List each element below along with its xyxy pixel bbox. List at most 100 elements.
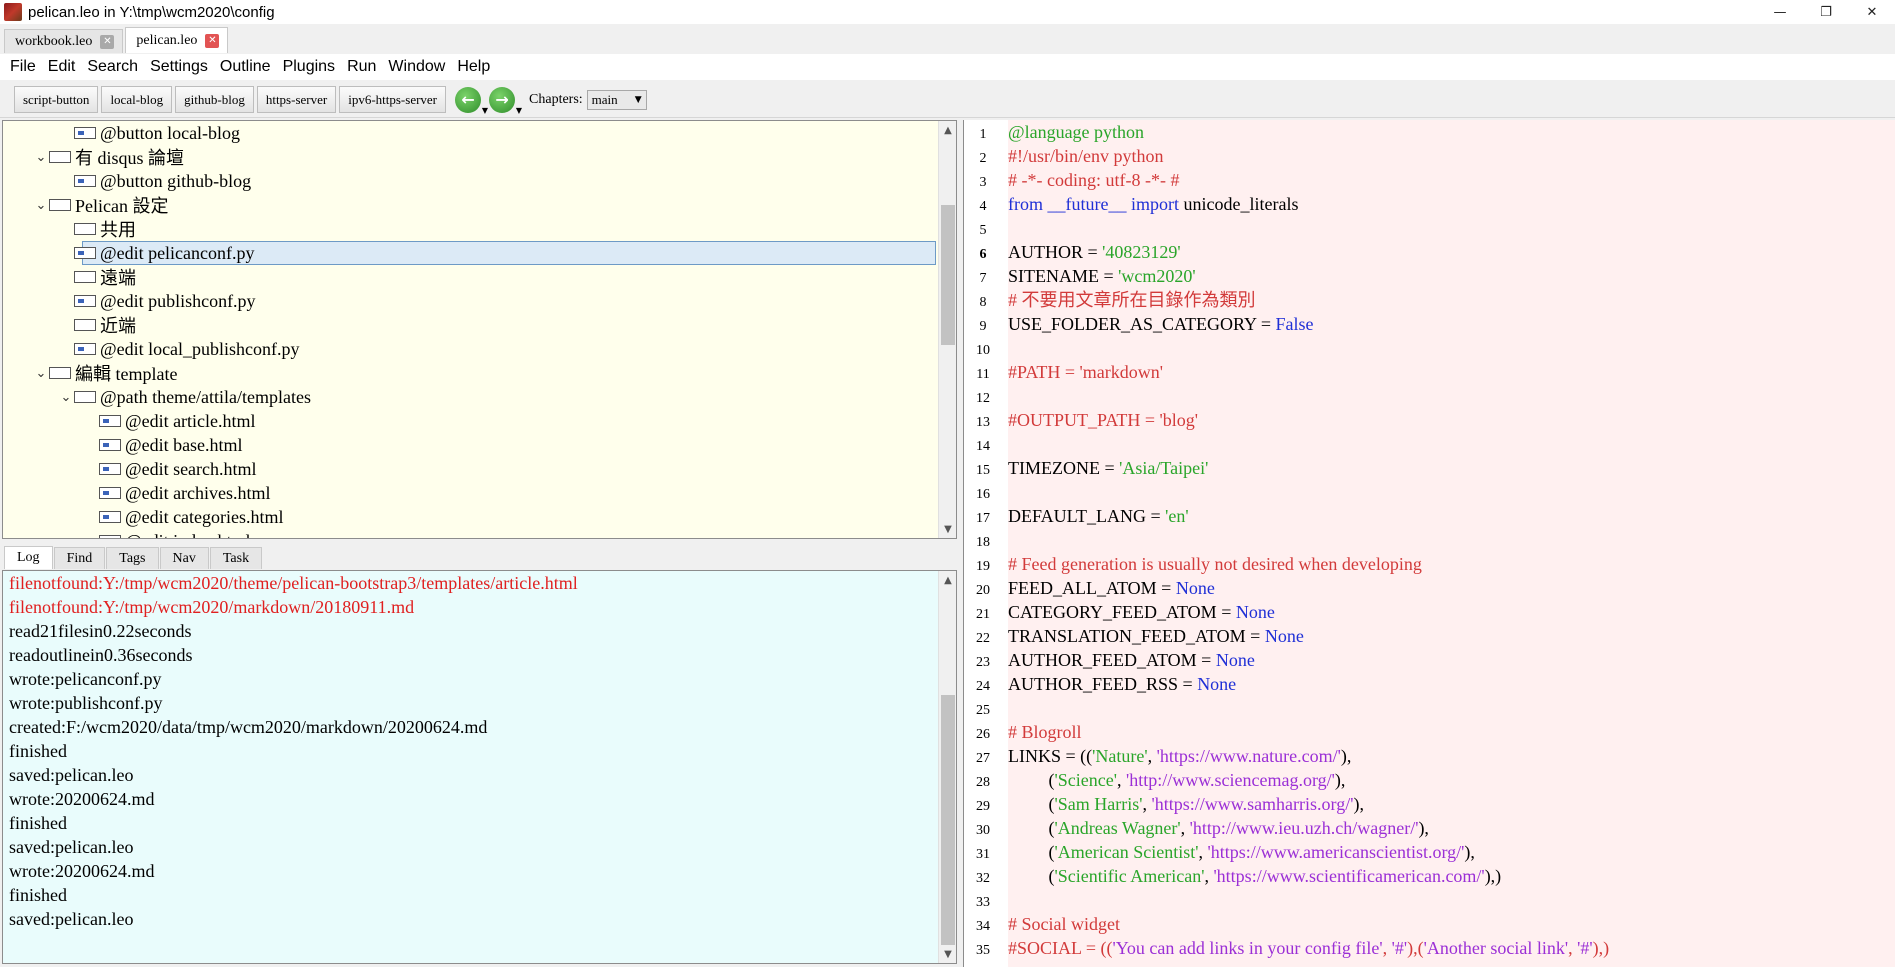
code-line: ('Scientific American', 'https://www.sci…: [1008, 864, 1502, 888]
local-blog-button[interactable]: local-blog: [101, 86, 173, 113]
scrollbar-thumb[interactable]: [941, 695, 955, 945]
code-token: ),: [1340, 746, 1352, 766]
log-line: created:F:/wcm2020/data/tmp/wcm2020/mark…: [9, 717, 488, 737]
scroll-down-icon[interactable]: ▼: [939, 945, 956, 963]
code-token: False: [1275, 314, 1314, 334]
scrollbar-thumb[interactable]: [941, 205, 955, 345]
chapters-select[interactable]: main ▼: [586, 89, 647, 110]
expand-arrow-icon[interactable]: ⌄: [33, 366, 49, 381]
outline-node[interactable]: ⌄ 有 disqus 論壇: [33, 145, 184, 169]
code-token: ),(: [1407, 938, 1424, 958]
line-number: 21: [976, 607, 990, 622]
menu-search[interactable]: Search: [81, 58, 144, 76]
outline-node[interactable]: @edit search.html: [83, 457, 257, 481]
close-icon[interactable]: ✕: [205, 33, 220, 48]
outline-scrollbar[interactable]: ▲ ▼: [938, 121, 956, 538]
script-button[interactable]: script-button: [14, 86, 99, 113]
outline-node[interactable]: @edit local_publishconf.py: [58, 337, 300, 361]
line-number: 14: [976, 439, 990, 454]
menu-window[interactable]: Window: [382, 58, 451, 76]
outline-node-label: 遠端: [100, 268, 136, 288]
outline-node-label: 編輯 template: [75, 364, 178, 384]
outline-node-label: Pelican 設定: [75, 196, 169, 216]
code-token: None: [1215, 650, 1255, 670]
scroll-up-icon[interactable]: ▲: [939, 571, 956, 589]
outline-node[interactable]: @button github-blog: [58, 169, 251, 193]
tab-log[interactable]: Log: [4, 546, 53, 569]
line-number: 11: [976, 367, 990, 382]
tab-nav[interactable]: Nav: [159, 547, 209, 569]
line-number: 2: [979, 151, 987, 166]
menu-help[interactable]: Help: [451, 58, 496, 76]
chapters-label: Chapters:: [529, 91, 583, 107]
menu-file[interactable]: File: [4, 58, 42, 76]
tab-pelican[interactable]: pelican.leo ✕: [125, 27, 229, 53]
outline-node[interactable]: @edit pelicanconf.py: [58, 241, 255, 265]
outline-node[interactable]: ⌄ @path theme/attila/templates: [58, 385, 311, 409]
outline-node[interactable]: @edit archives.html: [83, 481, 271, 505]
back-arrow-icon[interactable]: ← ▼: [455, 86, 488, 115]
outline-pane[interactable]: @button local-blog ⌄ 有 disqus 論壇 @button gi…: [2, 120, 957, 539]
code-token: None: [1235, 602, 1275, 622]
tab-task[interactable]: Task: [209, 547, 263, 569]
outline-node[interactable]: ⌄ Pelican 設定: [33, 193, 169, 217]
code-token: ),): [1592, 938, 1610, 958]
log-line: read21filesin0.22seconds: [9, 621, 192, 641]
expand-arrow-icon[interactable]: ⌄: [33, 198, 49, 213]
scroll-up-icon[interactable]: ▲: [939, 121, 956, 139]
code-token: SITENAME =: [1008, 266, 1119, 286]
outline-node[interactable]: 近端: [58, 313, 136, 337]
https-server-button[interactable]: https-server: [256, 86, 337, 113]
code-token: 'en': [1165, 506, 1189, 526]
menu-outline[interactable]: Outline: [214, 58, 277, 76]
outline-node-label: 共用: [100, 220, 136, 240]
outline-node[interactable]: @edit index.html: [83, 529, 251, 538]
empty-node-icon: [49, 367, 71, 379]
outline-node[interactable]: 共用: [58, 217, 136, 241]
empty-node-icon: [74, 223, 96, 235]
close-icon[interactable]: ✕: [100, 34, 115, 49]
scroll-down-icon[interactable]: ▼: [939, 520, 956, 538]
tab-label: pelican.leo: [136, 32, 198, 48]
outline-node[interactable]: 遠端: [58, 265, 136, 289]
github-blog-button[interactable]: github-blog: [175, 86, 254, 113]
tab-find[interactable]: Find: [53, 547, 106, 569]
code-line: ('American Scientist', 'https://www.amer…: [1008, 840, 1475, 864]
code-token: AUTHOR =: [1008, 242, 1103, 262]
expand-arrow-icon[interactable]: ⌄: [58, 390, 74, 405]
log-scrollbar[interactable]: ▲ ▼: [938, 571, 956, 963]
code-token: #!/usr/bin/env python: [1008, 146, 1164, 166]
maximize-button[interactable]: ❐: [1803, 0, 1849, 24]
close-button[interactable]: ✕: [1849, 0, 1895, 24]
outline-node-label: @edit article.html: [125, 410, 256, 431]
outline-node-label: @edit archives.html: [125, 482, 271, 503]
minimize-button[interactable]: —: [1757, 0, 1803, 24]
forward-arrow-icon[interactable]: → ▼: [489, 86, 522, 115]
ipv6-https-server-button[interactable]: ipv6-https-server: [339, 86, 447, 113]
outline-node[interactable]: @button local-blog: [58, 121, 240, 145]
log-line: saved:pelican.leo: [9, 909, 134, 929]
expand-arrow-icon[interactable]: ⌄: [33, 150, 49, 165]
tab-workbook[interactable]: workbook.leo ✕: [4, 29, 124, 53]
tab-tags[interactable]: Tags: [106, 547, 159, 569]
node-with-body-icon: [74, 295, 96, 307]
menu-plugins[interactable]: Plugins: [277, 58, 341, 76]
outline-node[interactable]: @edit publishconf.py: [58, 289, 256, 313]
outline-node[interactable]: @edit categories.html: [83, 505, 284, 529]
node-with-body-icon: [74, 343, 96, 355]
code-token: 'Nature': [1092, 746, 1148, 766]
menu-edit[interactable]: Edit: [42, 58, 82, 76]
log-tab-bar: Log Find Tags Nav Task: [4, 546, 263, 569]
outline-node[interactable]: @edit base.html: [83, 433, 243, 457]
outline-node[interactable]: ⌄ 編輯 template: [33, 361, 178, 385]
outline-node[interactable]: @edit article.html: [83, 409, 256, 433]
log-pane[interactable]: filenotfound:Y:/tmp/wcm2020/theme/pelica…: [2, 570, 957, 964]
code-token: ,: [1568, 938, 1578, 958]
menu-settings[interactable]: Settings: [144, 58, 214, 76]
empty-node-icon: [49, 199, 71, 211]
line-number: 6: [979, 247, 987, 262]
code-token: import: [1130, 194, 1179, 214]
menu-run[interactable]: Run: [341, 58, 382, 76]
body-editor[interactable]: 1 2 3 4 5 6 7 8 9 10 11 12 13 14 15 16 17 18 19 20 21 22 23 24 2…: [963, 120, 1895, 967]
code-line: # -*- coding: utf-8 -*- #: [1008, 168, 1179, 192]
